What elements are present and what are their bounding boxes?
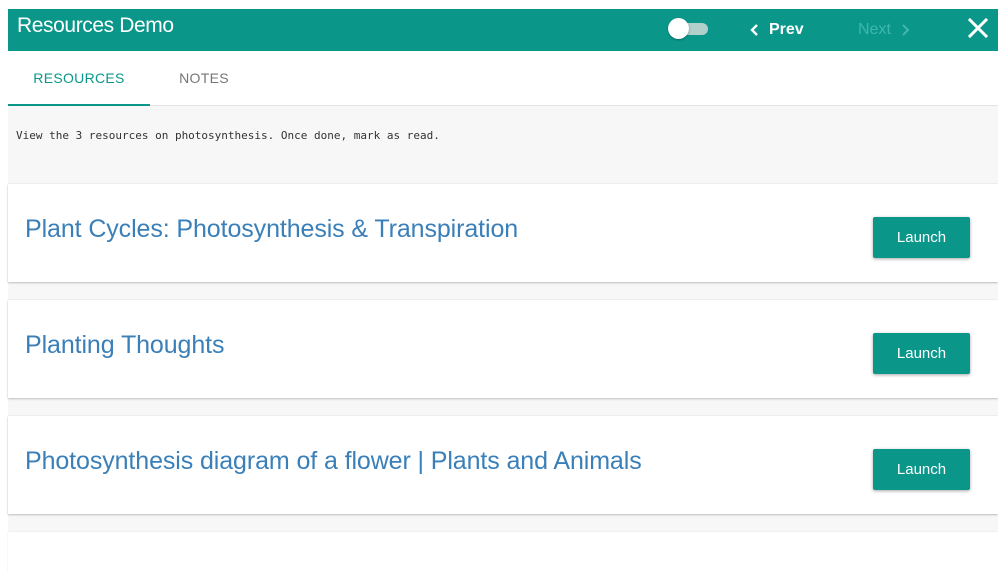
resource-title[interactable]: Plant Cycles: Photosynthesis & Transpira…	[25, 215, 518, 244]
tab-notes[interactable]: NOTES	[150, 51, 258, 106]
resource-card: Planting Thoughts Launch	[8, 300, 998, 398]
instructions-text: View the 3 resources on photosynthesis. …	[16, 129, 440, 142]
resource-title[interactable]: Photosynthesis diagram of a flower | Pla…	[25, 447, 642, 476]
launch-button[interactable]: Launch	[873, 449, 970, 490]
tab-resources[interactable]: RESOURCES	[8, 51, 150, 106]
title-bar: Resources Demo Prev Next	[8, 9, 998, 51]
prev-button[interactable]: Prev	[750, 17, 804, 43]
resource-card-partial	[8, 532, 998, 572]
next-label: Next	[858, 21, 891, 38]
chevron-left-icon	[750, 24, 758, 36]
mode-toggle[interactable]	[668, 18, 710, 39]
close-button[interactable]	[966, 15, 990, 41]
resource-card: Plant Cycles: Photosynthesis & Transpira…	[8, 184, 998, 282]
tab-bar: RESOURCES NOTES	[8, 51, 998, 106]
close-icon	[967, 17, 989, 39]
app-title: Resources Demo	[17, 14, 174, 37]
launch-button[interactable]: Launch	[873, 217, 970, 258]
resource-card: Photosynthesis diagram of a flower | Pla…	[8, 416, 998, 514]
prev-label: Prev	[769, 21, 804, 38]
launch-button[interactable]: Launch	[873, 333, 970, 374]
toggle-knob	[668, 18, 689, 39]
next-button[interactable]: Next	[858, 17, 910, 43]
resource-title[interactable]: Planting Thoughts	[25, 331, 224, 360]
resources-panel: Resources Demo Prev Next RESOURCES NOTES	[8, 9, 998, 572]
chevron-right-icon	[902, 24, 910, 36]
